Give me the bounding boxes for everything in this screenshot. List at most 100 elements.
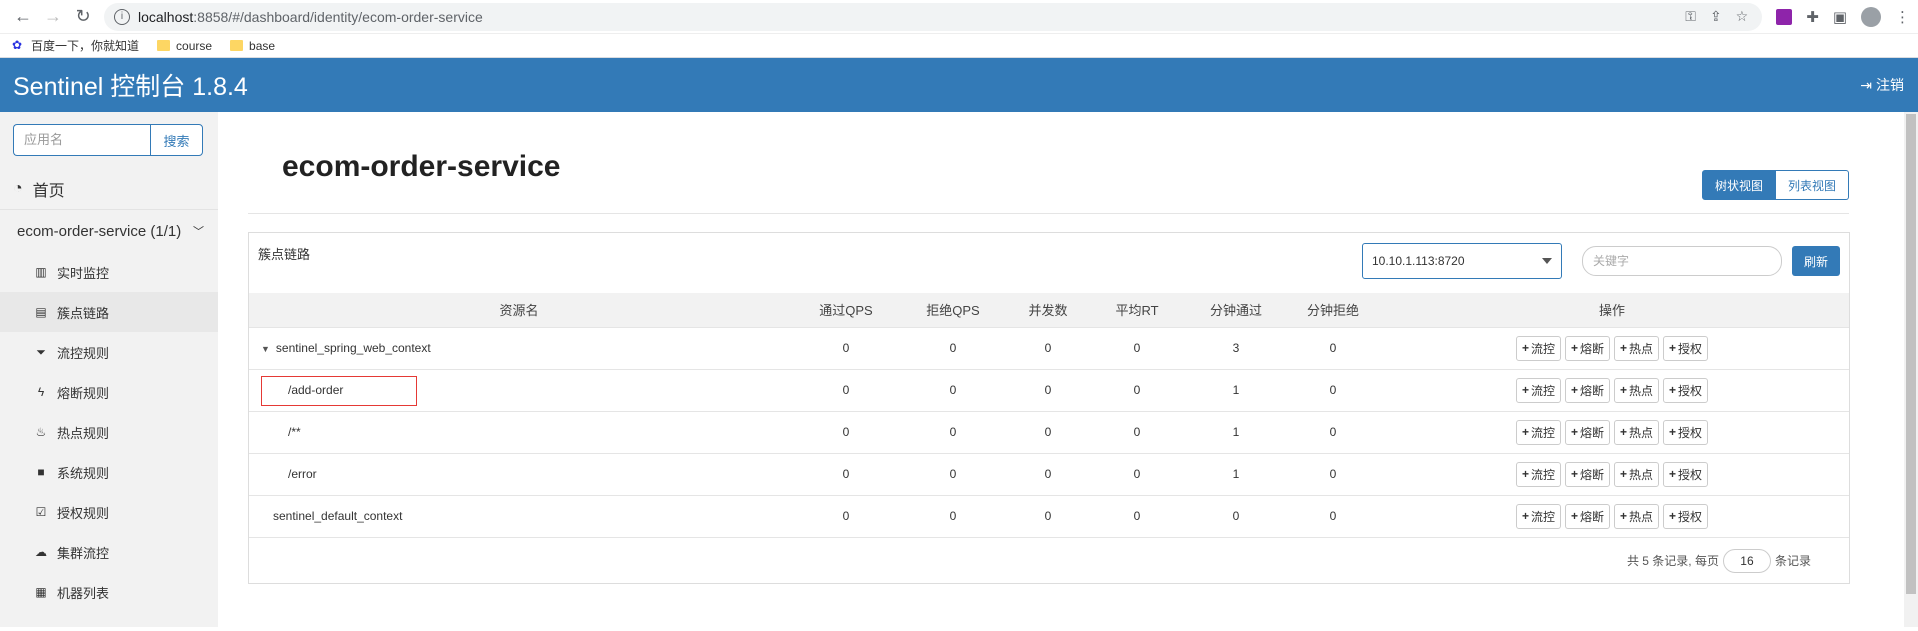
list-view-button[interactable]: 列表视图: [1775, 170, 1849, 200]
avg-rt: 0: [1093, 494, 1181, 537]
op-label: 熔断: [1579, 341, 1604, 356]
plus-icon: +: [1521, 425, 1529, 439]
app-header: Sentinel 控制台 1.8.4 ⇥ 注销: [0, 58, 1918, 112]
sidebar-item-realtime-monitor[interactable]: ▥ 实时监控: [0, 252, 218, 292]
sidebar-item-home[interactable]: ◔ 首页: [0, 168, 218, 210]
sidebar-item-authority-rules[interactable]: ☑ 授权规则: [0, 492, 218, 532]
resource-name: /**: [288, 425, 301, 439]
bookmark-base[interactable]: base: [230, 39, 275, 53]
degrade-rule-button[interactable]: + 熔断: [1564, 503, 1610, 529]
minute-pass: 1: [1181, 410, 1291, 453]
bookmark-baidu[interactable]: ✿ 百度一下，你就知道: [12, 37, 139, 54]
minute-pass: 1: [1181, 452, 1291, 495]
sidebar-item-label: 授权规则: [57, 505, 110, 521]
machine-select[interactable]: 10.10.1.113:8720: [1361, 243, 1562, 279]
authority-rule-button[interactable]: + 授权: [1663, 377, 1709, 403]
block-qps: 0: [903, 494, 1003, 537]
sidebar-item-machine-list[interactable]: ▦ 机器列表: [0, 572, 218, 612]
col-minute-block: 分钟拒绝: [1306, 303, 1359, 319]
op-label: 熔断: [1579, 467, 1604, 482]
avg-rt: 0: [1093, 452, 1181, 495]
hotspot-rule-button[interactable]: + 热点: [1614, 503, 1660, 529]
flow-rule-button[interactable]: + 流控: [1515, 335, 1561, 361]
share-icon[interactable]: ⇪: [1710, 8, 1722, 25]
plus-icon: +: [1669, 341, 1677, 355]
ops-cell: + 流控 + 熔断 + 热点 + 授权: [1375, 326, 1849, 369]
pagination-suffix: 条记录: [1774, 554, 1811, 568]
browser-toolbar: ← → ↻ i localhost:8858/#/dashboard/ident…: [0, 0, 1918, 34]
avatar[interactable]: [1861, 6, 1881, 27]
table-row: /add-order 0 0 0 0 1 0 + 流控 + 熔断 + 热点 + 授权: [249, 368, 1849, 411]
degrade-rule-button[interactable]: + 熔断: [1564, 419, 1610, 445]
flow-rule-button[interactable]: + 流控: [1515, 461, 1561, 487]
resource-name-cell: /add-order: [249, 368, 789, 411]
key-icon[interactable]: ⚿: [1685, 8, 1696, 25]
authority-rule-button[interactable]: + 授权: [1663, 503, 1709, 529]
side-panel-icon[interactable]: ▣: [1833, 8, 1847, 26]
threads: 0: [1003, 494, 1093, 537]
page-size-input[interactable]: 16: [1722, 548, 1771, 573]
url-text[interactable]: localhost:8858/#/dashboard/identity/ecom…: [138, 9, 1685, 25]
op-label: 熔断: [1579, 383, 1604, 398]
minute-pass: 3: [1181, 326, 1291, 369]
flow-rule-button[interactable]: + 流控: [1515, 377, 1561, 403]
avg-rt: 0: [1093, 410, 1181, 453]
star-icon[interactable]: ☆: [1736, 8, 1749, 25]
reload-icon[interactable]: ↻: [68, 2, 98, 32]
app-search: 应用名 搜索: [0, 112, 218, 168]
tree-view-button[interactable]: 树状视图: [1701, 170, 1776, 200]
op-label: 流控: [1530, 341, 1555, 356]
pagination: 共 5 条记录, 每页 16 条记录: [249, 537, 1849, 583]
authority-rule-button[interactable]: + 授权: [1663, 419, 1709, 445]
menu-dots-icon[interactable]: ⋮: [1895, 8, 1910, 26]
degrade-rule-button[interactable]: + 熔断: [1564, 461, 1610, 487]
extension-icon[interactable]: [1776, 8, 1793, 25]
panel-title: 簇点链路: [258, 247, 311, 262]
bookmarks-bar: ✿ 百度一下，你就知道 course base: [0, 34, 1918, 58]
hotspot-rule-button[interactable]: + 热点: [1614, 461, 1660, 487]
sidebar-item-label: 流控规则: [57, 345, 110, 361]
app-search-input[interactable]: 应用名: [13, 124, 150, 156]
hotspot-rule-button[interactable]: + 热点: [1614, 335, 1660, 361]
bar-chart-icon: ▥: [35, 265, 47, 279]
hotspot-rule-button[interactable]: + 热点: [1614, 377, 1660, 403]
hotspot-rule-button[interactable]: + 热点: [1614, 419, 1660, 445]
back-icon[interactable]: ←: [8, 2, 38, 32]
flow-rule-button[interactable]: + 流控: [1515, 503, 1561, 529]
sidebar-item-cluster-link[interactable]: ▤ 簇点链路: [0, 292, 218, 332]
logout-button[interactable]: ⇥ 注销: [1860, 75, 1904, 95]
sidebar-app-group[interactable]: ecom-order-service (1/1) ﹀: [0, 210, 218, 252]
site-info-icon[interactable]: i: [114, 8, 130, 25]
plus-icon: +: [1620, 509, 1628, 524]
degrade-rule-button[interactable]: + 熔断: [1564, 377, 1610, 403]
plus-icon: +: [1570, 509, 1578, 524]
keyword-input[interactable]: 关键字: [1581, 246, 1782, 276]
address-bar[interactable]: i localhost:8858/#/dashboard/identity/ec…: [104, 2, 1763, 31]
ops-cell: + 流控 + 熔断 + 热点 + 授权: [1375, 494, 1849, 537]
refresh-button[interactable]: 刷新: [1791, 246, 1840, 276]
flow-rule-button[interactable]: + 流控: [1515, 419, 1561, 445]
sidebar-app-label: ecom-order-service (1/1): [17, 222, 182, 240]
puzzle-icon[interactable]: ✚: [1806, 8, 1819, 26]
authority-rule-button[interactable]: + 授权: [1663, 461, 1709, 487]
search-button[interactable]: 搜索: [150, 124, 203, 156]
bookmark-course[interactable]: course: [157, 39, 212, 53]
block-qps: 0: [903, 368, 1003, 411]
sidebar-item-degrade-rules[interactable]: ϟ 熔断规则: [0, 372, 218, 412]
authority-rule-button[interactable]: + 授权: [1663, 335, 1709, 361]
tree-toggle-icon[interactable]: ▼: [261, 344, 270, 354]
sidebar-item-flow-rules[interactable]: ⏷ 流控规则: [0, 332, 218, 372]
degrade-rule-button[interactable]: + 熔断: [1564, 335, 1610, 361]
minute-pass: 1: [1181, 368, 1291, 411]
plus-icon: +: [1521, 383, 1529, 397]
forward-icon[interactable]: →: [38, 2, 68, 32]
minute-block: 0: [1291, 410, 1375, 453]
scrollbar[interactable]: [1904, 112, 1918, 627]
minute-block: 0: [1291, 452, 1375, 495]
op-label: 流控: [1530, 467, 1555, 482]
sidebar-item-cluster-flow[interactable]: ☁ 集群流控: [0, 532, 218, 572]
sidebar-item-hotspot-rules[interactable]: ♨ 热点规则: [0, 412, 218, 452]
scrollbar-thumb[interactable]: [1906, 114, 1916, 594]
sidebar-item-system-rules[interactable]: ■ 系统规则: [0, 452, 218, 492]
pass-qps: 0: [789, 368, 903, 411]
